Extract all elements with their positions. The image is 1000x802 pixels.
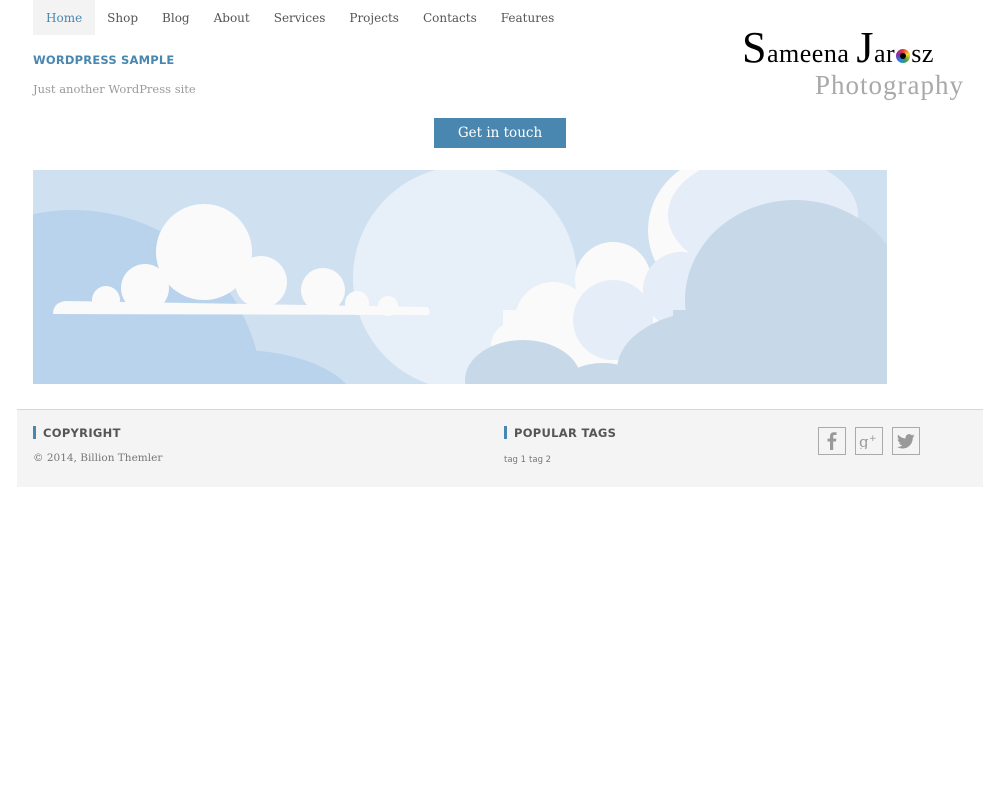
svg-text:+: + — [869, 434, 877, 444]
tag-link[interactable]: tag 1 — [504, 455, 526, 465]
tag-list: tag 1 tag 2 — [504, 455, 551, 465]
main-nav: Home Shop Blog About Services Projects C… — [33, 0, 566, 35]
site-tagline: Just another WordPress site — [33, 82, 196, 96]
nav-item-shop[interactable]: Shop — [95, 0, 150, 35]
nav-item-projects[interactable]: Projects — [337, 0, 411, 35]
nav-item-home[interactable]: Home — [33, 0, 96, 35]
popular-tags-heading: POPULAR TAGS — [504, 426, 616, 439]
site-title[interactable]: WORDPRESS SAMPLE — [33, 53, 175, 67]
nav-item-features[interactable]: Features — [489, 0, 566, 35]
logo-name: Sameena Jar sz — [742, 23, 934, 72]
nav-item-blog[interactable]: Blog — [150, 0, 202, 35]
logo-color-ring-icon — [896, 49, 911, 63]
nav-item-services[interactable]: Services — [262, 0, 338, 35]
clouds-illustration — [33, 170, 887, 384]
get-in-touch-button[interactable]: Get in touch — [434, 118, 566, 148]
google-plus-icon[interactable]: g + — [855, 427, 883, 455]
nav-item-contacts[interactable]: Contacts — [411, 0, 489, 35]
facebook-icon[interactable] — [818, 427, 846, 455]
twitter-icon[interactable] — [892, 427, 920, 455]
copyright-heading: COPYRIGHT — [33, 426, 121, 439]
hero-banner — [33, 170, 887, 384]
logo[interactable]: Sameena Jar sz Photography — [742, 26, 972, 106]
nav-item-about[interactable]: About — [202, 0, 262, 35]
svg-text:g: g — [859, 433, 869, 449]
social-links: g + — [818, 427, 920, 455]
footer: COPYRIGHT © 2014, Billion Themler POPULA… — [17, 409, 983, 487]
logo-subtitle: Photography — [815, 70, 964, 100]
copyright-text: © 2014, Billion Themler — [33, 452, 163, 464]
tag-link[interactable]: tag 2 — [529, 455, 551, 465]
